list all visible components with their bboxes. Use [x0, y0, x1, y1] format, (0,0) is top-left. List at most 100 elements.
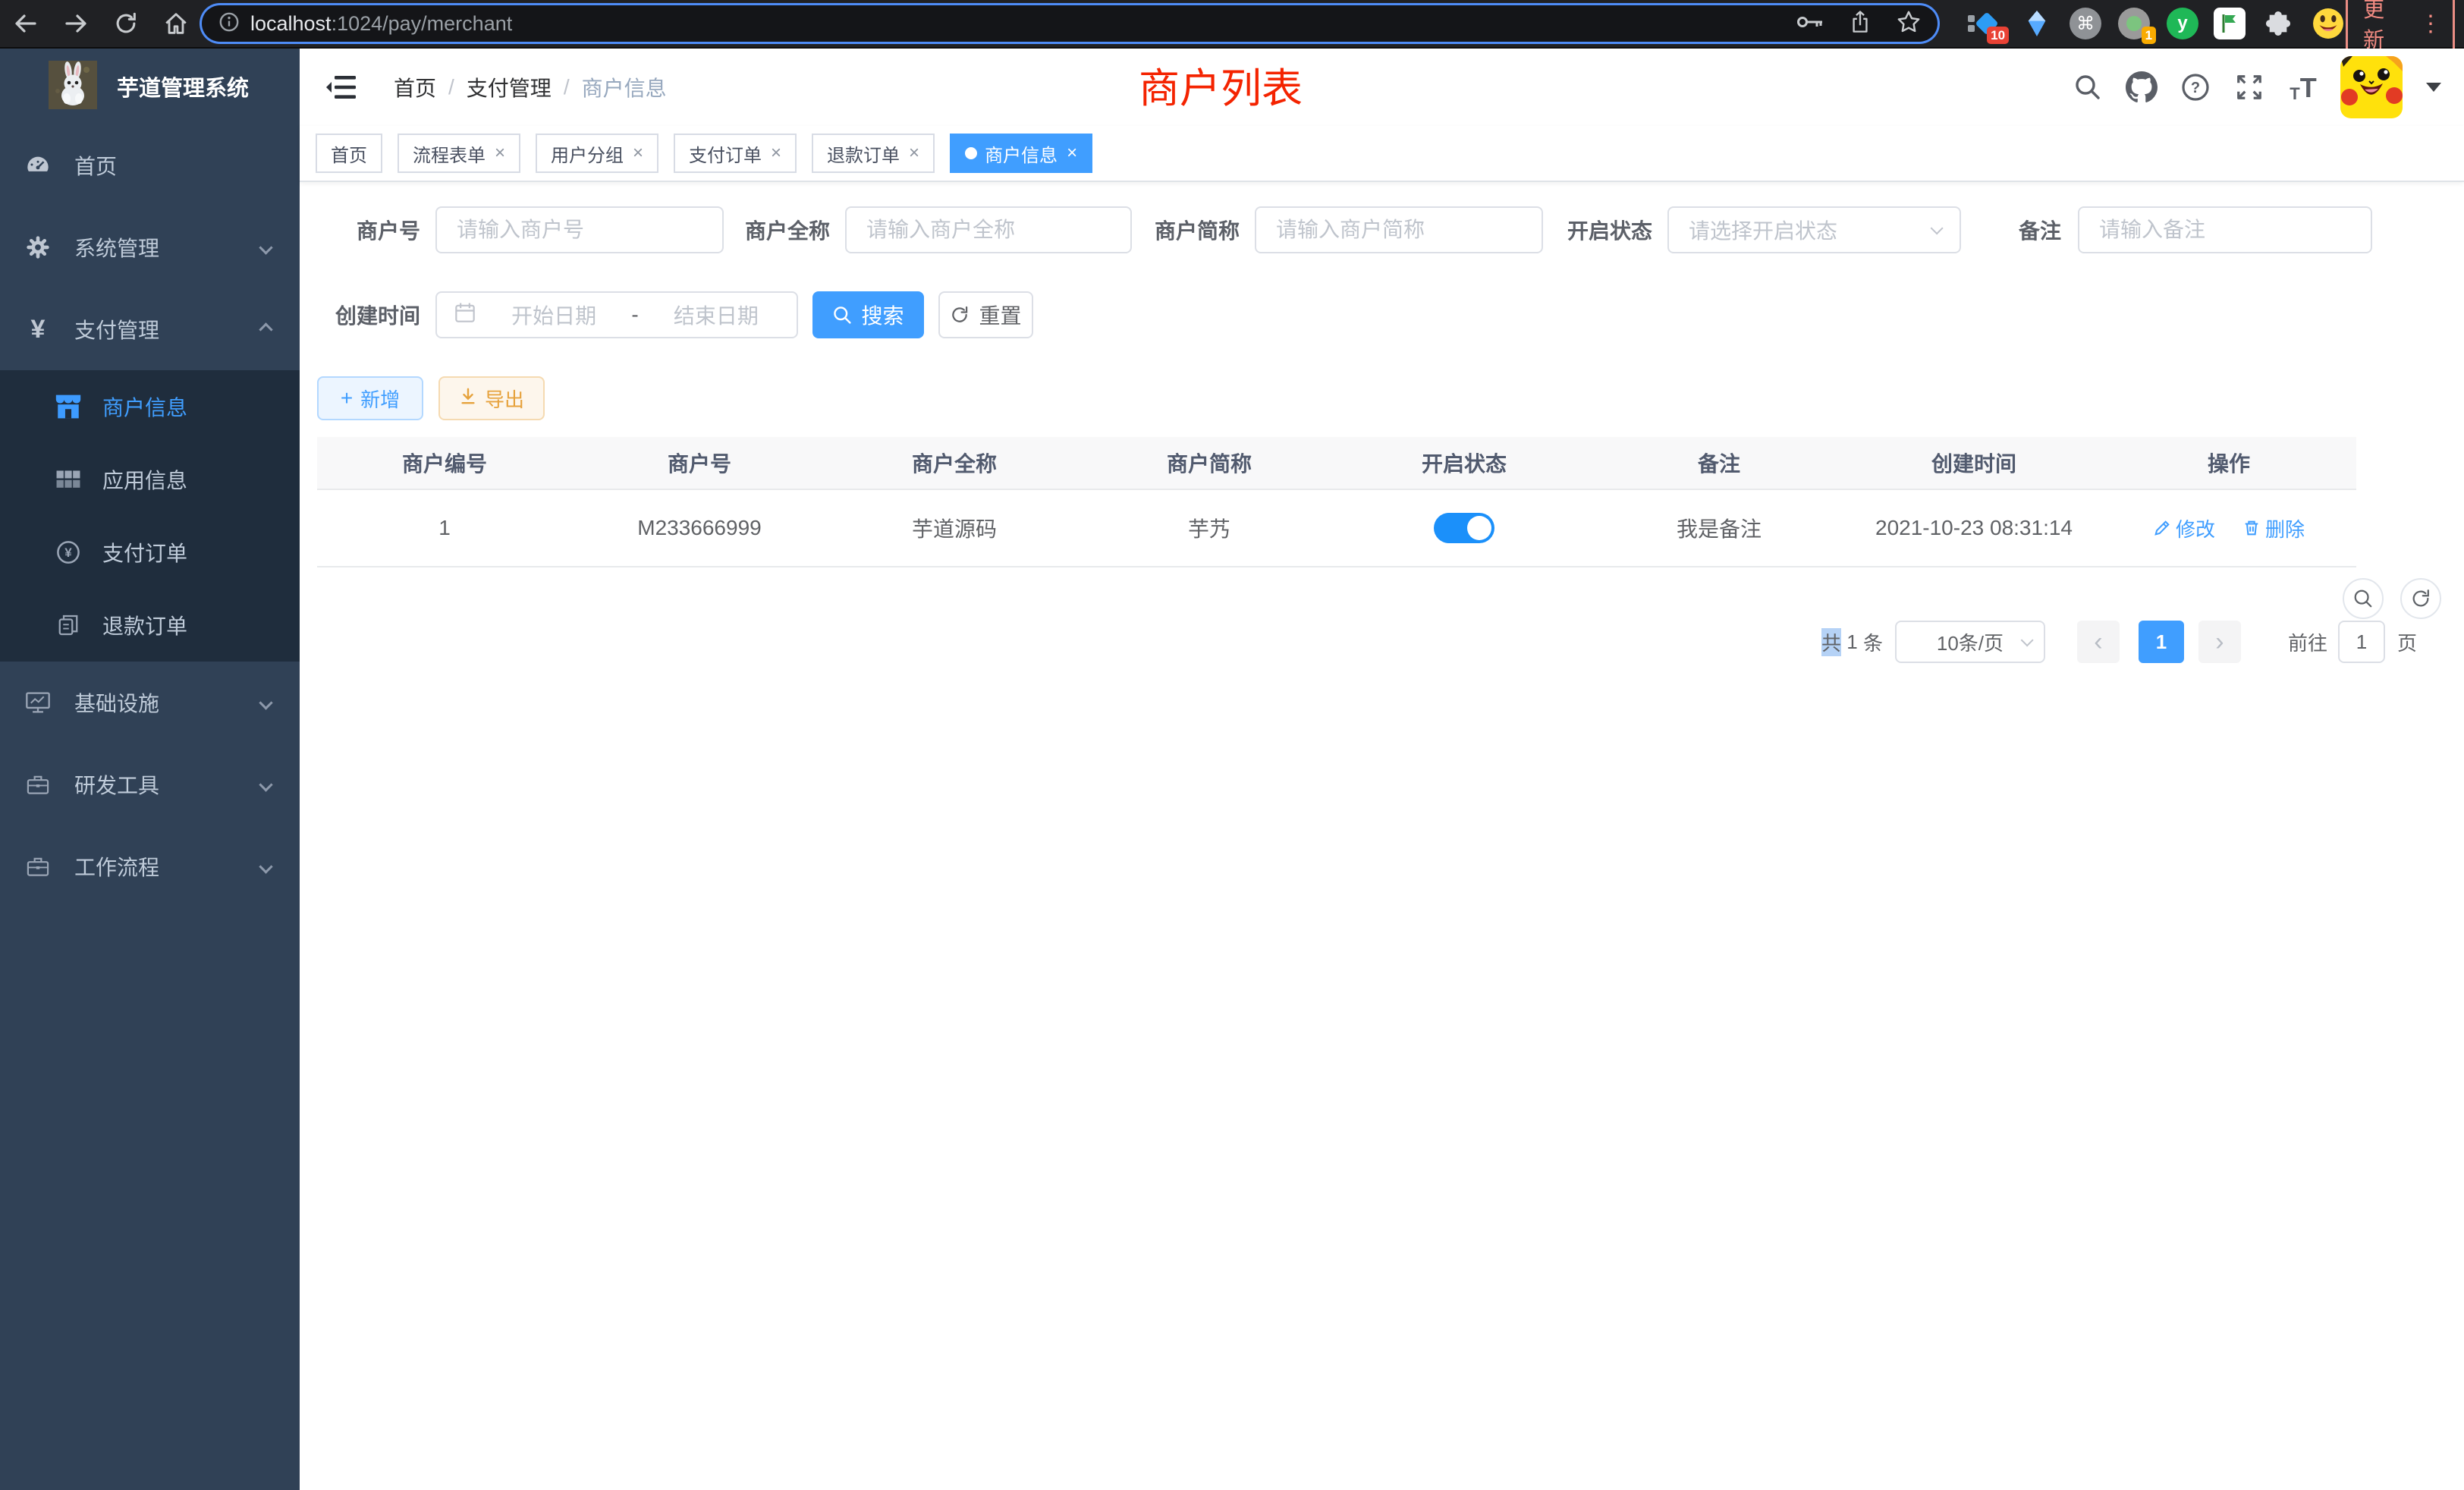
- help-icon[interactable]: ?: [2179, 71, 2212, 104]
- browser-forward-icon[interactable]: [61, 8, 91, 39]
- tab-user-group[interactable]: 用户分组×: [536, 134, 658, 173]
- github-icon[interactable]: [2125, 71, 2158, 104]
- calendar-icon: [454, 301, 476, 329]
- browser-menu-kebab-icon[interactable]: ⋮: [2419, 11, 2442, 37]
- date-range-picker[interactable]: 开始日期 - 结束日期: [435, 291, 798, 338]
- merchant-no-input[interactable]: [437, 209, 722, 251]
- table-row: 1 M233666999 芋道源码 芋艿 我是备注 2021-10-23 08:…: [317, 490, 2356, 567]
- col-header: 商户号: [572, 437, 827, 489]
- url-path: :1024/pay/merchant: [332, 12, 513, 35]
- sidebar-item-pay-order[interactable]: ¥ 支付订单: [0, 516, 300, 589]
- prev-page-button[interactable]: ‹: [2077, 621, 2120, 663]
- dashboard-icon: [24, 152, 52, 178]
- hide-search-button[interactable]: [2343, 578, 2384, 619]
- coin-yen-icon: ¥: [55, 539, 82, 565]
- password-key-icon[interactable]: [1796, 14, 1824, 34]
- export-button[interactable]: 导出: [438, 376, 545, 420]
- search-icon[interactable]: [2071, 71, 2104, 104]
- remark-input[interactable]: [2079, 209, 2371, 251]
- sidebar-item-workflow[interactable]: 工作流程: [0, 825, 300, 907]
- browser-home-icon[interactable]: [161, 8, 191, 39]
- extension-diamond-icon[interactable]: 10: [1969, 6, 2004, 41]
- full-name-input[interactable]: [847, 209, 1130, 251]
- extension-profile-icon[interactable]: 1: [2117, 6, 2151, 41]
- close-icon[interactable]: ×: [1067, 143, 1077, 164]
- reset-button[interactable]: 重置: [938, 291, 1033, 338]
- browser-reload-icon[interactable]: [111, 8, 141, 39]
- sidebar-item-system[interactable]: 系统管理: [0, 206, 300, 288]
- sidebar-item-payment[interactable]: ¥ 支付管理: [0, 288, 300, 370]
- avatar-caret-icon[interactable]: [2426, 83, 2441, 92]
- close-icon[interactable]: ×: [771, 143, 781, 164]
- goto-page-input[interactable]: [2338, 621, 2385, 663]
- tab-refund-order[interactable]: 退款订单×: [812, 134, 935, 173]
- gear-icon: [24, 234, 52, 260]
- site-info-icon[interactable]: [218, 11, 240, 36]
- logo-rabbit-image: [49, 61, 97, 113]
- page-number-1[interactable]: 1: [2139, 621, 2184, 663]
- breadcrumb-section[interactable]: 支付管理: [467, 72, 552, 102]
- extension-flag-icon[interactable]: [2214, 8, 2246, 39]
- page-size-select[interactable]: 10条/页: [1895, 621, 2045, 663]
- app-logo[interactable]: 芋道管理系统: [0, 49, 300, 124]
- page-unit-label: 页: [2397, 628, 2417, 656]
- sidebar-item-refund-order[interactable]: 退款订单: [0, 589, 300, 662]
- close-icon[interactable]: ×: [909, 143, 919, 164]
- table-toolbar: + 新增 导出: [317, 376, 2464, 420]
- share-icon[interactable]: [1850, 10, 1871, 38]
- tab-home[interactable]: 首页: [316, 134, 382, 173]
- sidebar-item-app-info[interactable]: 应用信息: [0, 443, 300, 516]
- fullscreen-icon[interactable]: [2233, 71, 2266, 104]
- bookmark-star-icon[interactable]: [1897, 10, 1921, 38]
- payment-submenu: 商户信息 应用信息 ¥ 支付订单 退款订单: [0, 370, 300, 662]
- extension-pin-icon[interactable]: [2019, 6, 2054, 41]
- search-button[interactable]: 搜索: [812, 291, 924, 338]
- user-avatar[interactable]: [2340, 56, 2403, 118]
- sidebar-item-dev-tools[interactable]: 研发工具: [0, 743, 300, 825]
- tab-pay-order[interactable]: 支付订单×: [674, 134, 797, 173]
- start-date-placeholder[interactable]: 开始日期: [490, 300, 618, 330]
- toolbox-icon: [24, 773, 52, 796]
- document-copy-icon: [55, 614, 82, 637]
- pagination-total: 共 1 条: [1821, 628, 1883, 656]
- pagination: 共 1 条 10条/页 ‹ 1 › 前往 页: [300, 621, 2417, 663]
- plus-icon: +: [341, 386, 353, 410]
- sidebar-item-label: 退款订单: [102, 610, 187, 640]
- browser-back-icon[interactable]: [11, 8, 41, 39]
- address-bar[interactable]: localhost:1024/pay/merchant: [202, 5, 1938, 42]
- create-time-label: 创建时间: [300, 300, 420, 330]
- emoji-avatar-icon[interactable]: [2311, 6, 2346, 41]
- col-header: 商户编号: [317, 437, 572, 489]
- tags-view-bar: 首页 流程表单× 用户分组× 支付订单× 退款订单× 商户信息×: [300, 126, 2464, 182]
- next-page-button[interactable]: ›: [2198, 621, 2241, 663]
- chevron-up-icon: [259, 322, 272, 336]
- close-icon[interactable]: ×: [495, 143, 505, 164]
- breadcrumb-home[interactable]: 首页: [394, 72, 436, 102]
- grid-table-icon: [55, 468, 82, 491]
- end-date-placeholder[interactable]: 结束日期: [652, 300, 780, 330]
- sidebar-item-infrastructure[interactable]: 基础设施: [0, 662, 300, 743]
- sidebar-item-label: 支付管理: [74, 314, 159, 344]
- chevron-down-icon: [259, 696, 272, 709]
- sidebar-item-home[interactable]: 首页: [0, 124, 300, 206]
- refresh-button[interactable]: [2400, 578, 2441, 619]
- status-toggle[interactable]: [1434, 513, 1494, 543]
- sidebar-item-merchant-info[interactable]: 商户信息: [0, 370, 300, 443]
- svg-text:¥: ¥: [64, 545, 72, 560]
- font-size-icon[interactable]: TT: [2286, 71, 2320, 104]
- add-button[interactable]: + 新增: [317, 376, 423, 420]
- status-select[interactable]: 请选择开启状态: [1667, 206, 1961, 253]
- short-name-input[interactable]: [1256, 209, 1542, 251]
- tab-process-form[interactable]: 流程表单×: [398, 134, 520, 173]
- close-icon[interactable]: ×: [633, 143, 643, 164]
- edit-link[interactable]: 修改: [2153, 514, 2215, 542]
- extensions-puzzle-icon[interactable]: [2261, 6, 2296, 41]
- table-tools: [2343, 578, 2441, 619]
- extension-y-icon[interactable]: y: [2167, 8, 2198, 39]
- sidebar-fold-icon[interactable]: [325, 74, 359, 101]
- extension-command-icon[interactable]: ⌘: [2070, 8, 2101, 39]
- store-icon: [55, 394, 82, 420]
- tab-merchant-info[interactable]: 商户信息×: [950, 134, 1092, 173]
- delete-link[interactable]: 删除: [2242, 514, 2305, 542]
- filter-row-1: 商户号 商户全称 商户简称 开启状态 请选择开启状态 备注: [300, 206, 2464, 253]
